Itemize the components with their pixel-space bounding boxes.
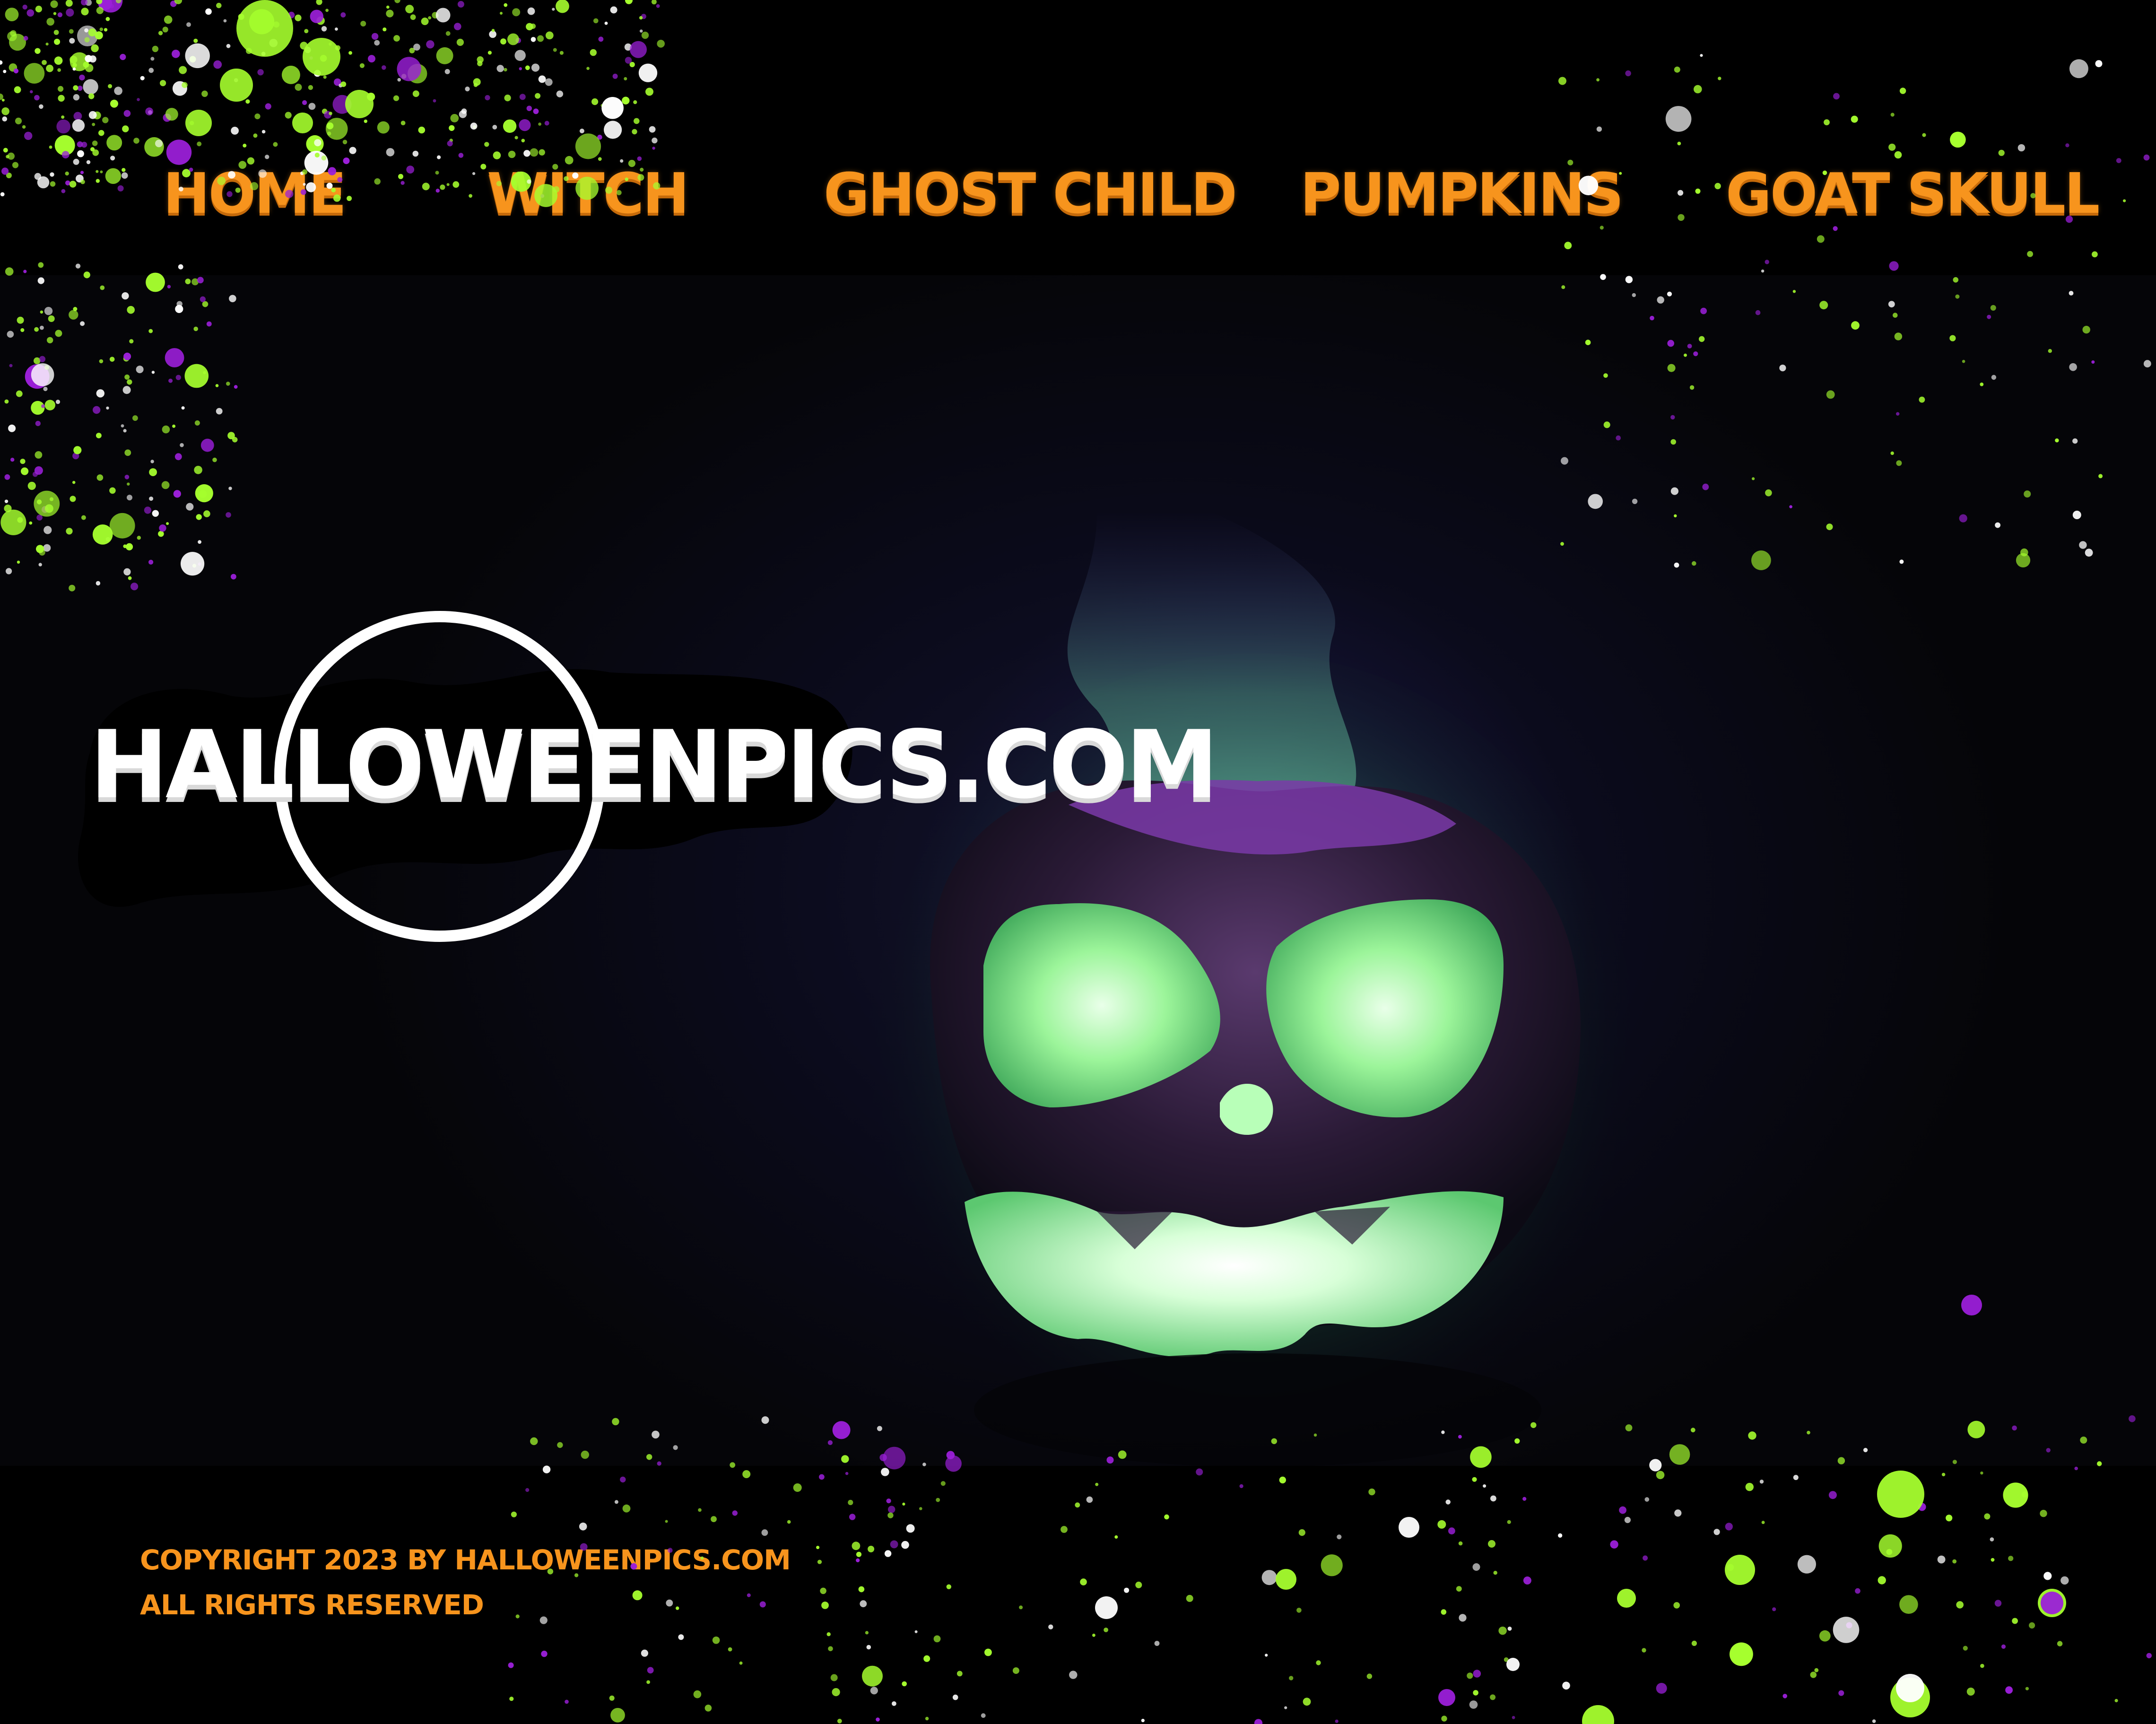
nav-item-ghost-child[interactable]: GHOST CHILD [824, 161, 1237, 232]
footer-copyright: COPYRIGHT 2023 BY HALLOWEENPICS.COM [140, 1544, 791, 1576]
nav-item-home[interactable]: HOME [163, 161, 347, 232]
footer-rights: ALL RIGHTS RESERVED [140, 1589, 484, 1621]
footer: COPYRIGHT 2023 BY HALLOWEENPICS.COM ALL … [0, 1466, 2156, 1724]
logo-text: HALLOWEENPICS.COM [90, 710, 1218, 819]
nav-item-pumpkins[interactable]: PUMPKINS [1300, 161, 1624, 232]
site-logo[interactable]: HALLOWEENPICS.COM [71, 568, 1218, 975]
nav-item-goat-skull[interactable]: GOAT SKULL [1726, 161, 2100, 232]
top-navigation: HOME WITCH GHOST CHILD PUMPKINS GOAT SKU… [0, 0, 2156, 275]
jack-o-lantern-illustration [865, 512, 1641, 1466]
jack-o-lantern-image [851, 512, 1655, 1466]
hero-image: HALLOWEENPICS.COM [0, 275, 2156, 1466]
nav-item-witch[interactable]: WITCH [487, 161, 689, 232]
